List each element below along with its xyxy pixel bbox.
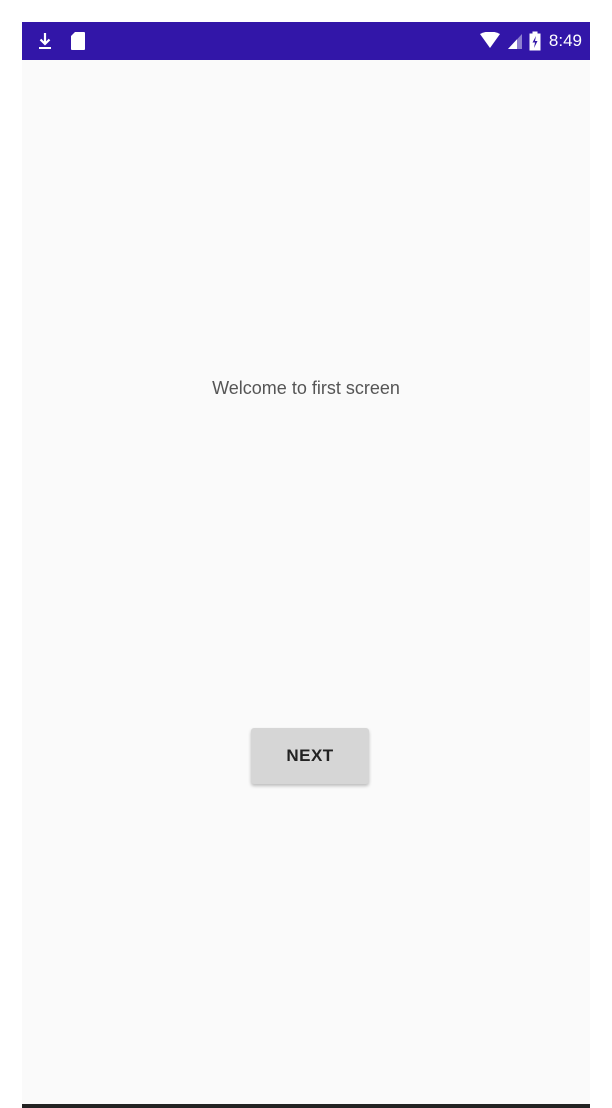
status-time: 8:49 — [548, 31, 582, 50]
status-left-icons — [38, 22, 86, 60]
battery-charging-icon — [529, 31, 541, 51]
status-bar: 8:49 — [22, 22, 590, 60]
status-right-icons: 8:49 — [479, 22, 582, 60]
sd-card-icon — [70, 31, 86, 51]
next-button[interactable]: NEXT — [251, 728, 369, 784]
cell-signal-icon — [507, 32, 523, 50]
bottom-edge — [22, 1104, 590, 1108]
welcome-message: Welcome to first screen — [212, 378, 400, 398]
phone-screen: 8:49 Welcome to first screen NEXT — [22, 22, 590, 1108]
wifi-icon — [479, 32, 501, 50]
download-icon — [38, 32, 52, 50]
